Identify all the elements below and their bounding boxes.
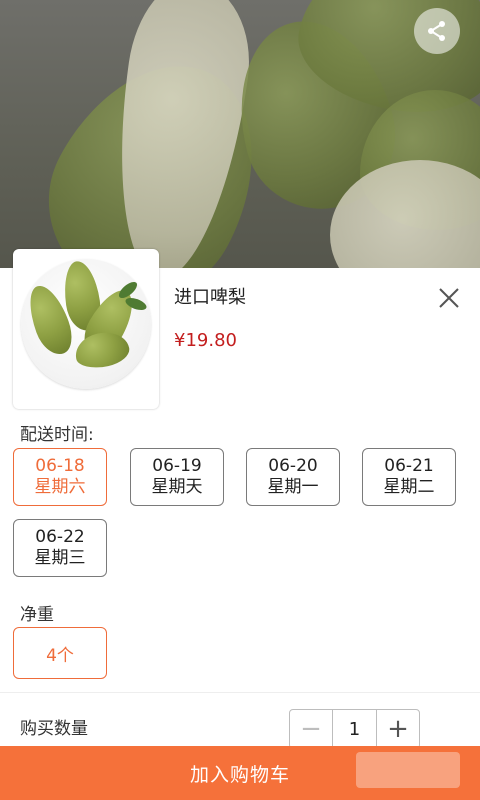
quantity-label: 购买数量 (20, 719, 88, 739)
product-price: ¥19.80 (174, 330, 237, 351)
delivery-time-label: 配送时间: (20, 425, 94, 445)
product-sheet-screen: 进口啤梨 ¥19.80 配送时间: 06-18 星期六 06-19 星期天 06… (0, 0, 480, 800)
divider (0, 692, 480, 693)
quantity-stepper: − 1 + (289, 709, 420, 749)
hero-image (0, 0, 480, 270)
quantity-input[interactable]: 1 (332, 710, 377, 748)
delivery-option[interactable]: 06-21 星期二 (362, 448, 456, 506)
delivery-option[interactable]: 06-18 星期六 (13, 448, 107, 506)
close-button[interactable] (436, 285, 462, 311)
watermark-logo (356, 752, 460, 788)
product-name: 进口啤梨 (174, 287, 246, 308)
increase-quantity-button[interactable]: + (377, 710, 419, 748)
delivery-weekday: 星期二 (383, 477, 435, 497)
delivery-weekday: 星期六 (34, 477, 86, 497)
delivery-weekday: 星期三 (34, 548, 86, 568)
decrease-quantity-button[interactable]: − (290, 710, 332, 748)
product-thumbnail (13, 249, 159, 409)
delivery-option[interactable]: 06-19 星期天 (130, 448, 224, 506)
share-button[interactable] (414, 8, 460, 54)
delivery-option[interactable]: 06-22 星期三 (13, 519, 107, 577)
weight-label: 净重 (20, 605, 54, 625)
delivery-date: 06-19 (152, 455, 202, 476)
close-icon (439, 288, 459, 308)
delivery-weekday: 星期一 (267, 477, 319, 497)
delivery-date: 06-20 (268, 455, 318, 476)
delivery-weekday: 星期天 (151, 477, 203, 497)
share-icon (428, 21, 445, 41)
delivery-option[interactable]: 06-20 星期一 (246, 448, 340, 506)
delivery-date: 06-21 (384, 455, 434, 476)
delivery-date: 06-18 (35, 455, 85, 476)
delivery-date: 06-22 (35, 526, 85, 547)
weight-option[interactable]: 4个 (13, 627, 107, 679)
